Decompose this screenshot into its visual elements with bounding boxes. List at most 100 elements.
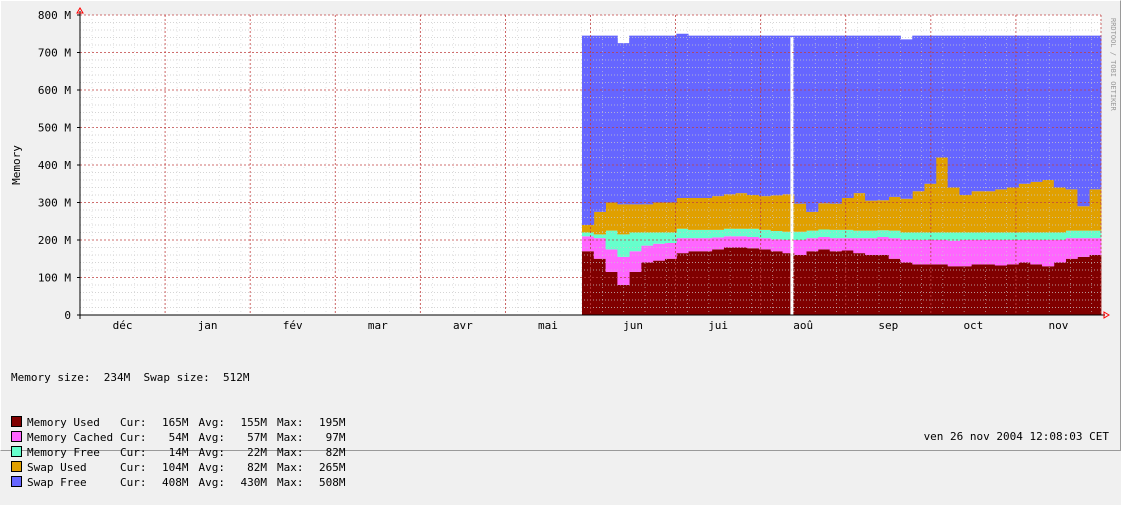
area-swap-used-segment	[770, 195, 783, 232]
area-memory-cached-segment	[912, 240, 925, 265]
area-memory-cached-segment	[841, 238, 854, 251]
area-memory-cached-segment	[865, 238, 878, 256]
area-memory-used-segment	[817, 249, 831, 316]
area-memory-cached-segment	[664, 243, 677, 259]
x-tick-label: avr	[453, 319, 473, 332]
x-tick-label: aoû	[793, 319, 813, 332]
area-swap-free-segment	[853, 35, 866, 194]
area-memory-cached-segment	[617, 256, 630, 286]
area-memory-used-segment	[841, 250, 854, 315]
x-tick-label: nov	[1049, 319, 1069, 332]
legend-max-label: Max:	[277, 461, 304, 474]
size-summary: Memory size: 234M Swap size: 512M	[11, 370, 356, 385]
area-memory-used-segment	[829, 251, 842, 315]
legend-cur-label: Cur:	[120, 446, 147, 459]
area-memory-used-segment	[699, 251, 713, 315]
area-swap-free-segment	[994, 35, 1008, 190]
y-tick-label: 100 M	[38, 272, 71, 285]
legend-label: Memory Cached	[27, 431, 114, 444]
area-memory-cached-segment	[994, 240, 1008, 266]
area-swap-used-segment	[747, 195, 760, 229]
x-tick-labels: déc jan fév mar avr mai jun jui aoû sep oct nov	[113, 319, 1069, 332]
area-memory-free-segment	[605, 230, 618, 250]
y-axis-title: Memory	[10, 145, 23, 185]
area-memory-used-segment	[711, 249, 724, 316]
area-swap-used-segment	[829, 203, 842, 230]
legend-avg-label: Avg:	[198, 431, 226, 444]
area-memory-free-segment	[983, 232, 996, 240]
area-memory-free-segment	[924, 232, 937, 240]
legend-avg-value: 82M	[247, 461, 267, 474]
area-memory-free-segment	[829, 229, 842, 239]
area-memory-free-segment	[1018, 232, 1031, 240]
area-swap-used-segment	[817, 203, 831, 230]
legend-cur-label: Cur:	[120, 416, 147, 429]
legend-max-label: Max:	[277, 476, 304, 489]
y-tick-label: 300 M	[38, 197, 71, 210]
area-memory-free-segment	[747, 228, 760, 237]
area-memory-free-segment	[711, 229, 724, 238]
area-memory-used-segment	[747, 248, 760, 315]
area-memory-free-segment	[971, 232, 984, 240]
area-swap-used-segment	[994, 189, 1008, 233]
legend: Memory size: 234M Swap size: 512M Memory…	[11, 340, 356, 505]
legend-max-label: Max:	[277, 446, 304, 459]
area-swap-free-segment	[581, 35, 595, 226]
area-memory-used-segment	[924, 264, 937, 316]
area-swap-free-segment	[971, 35, 984, 192]
area-swap-used-segment	[888, 196, 901, 231]
area-memory-cached-segment	[1006, 240, 1019, 265]
area-swap-free-segment	[1077, 35, 1090, 207]
legend-swatch	[11, 476, 22, 487]
legend-avg-value: 155M	[240, 416, 268, 429]
area-memory-free-segment	[1065, 230, 1078, 239]
area-memory-free-segment	[1042, 232, 1055, 240]
legend-avg-value: 22M	[247, 446, 267, 459]
area-swap-free-segment	[723, 35, 736, 195]
x-tick-label: jui	[708, 319, 728, 332]
area-memory-cached-segment	[900, 240, 913, 263]
legend-row-memory-free: Memory Free Cur: 14M Avg: 22M Max: 82M	[11, 445, 356, 460]
area-memory-free-segment	[1006, 232, 1019, 240]
area-memory-cached-segment	[605, 249, 618, 272]
area-memory-used-segment	[723, 247, 736, 315]
legend-max-value: 82M	[325, 446, 346, 459]
y-tick-label: 0	[64, 309, 71, 322]
area-memory-free-segment	[947, 232, 960, 241]
area-memory-free-segment	[676, 228, 689, 239]
area-memory-free-segment	[617, 234, 630, 257]
area-swap-free-segment	[676, 33, 689, 198]
area-memory-cached-segment	[888, 238, 901, 259]
legend-cur-value: 54M	[168, 431, 189, 444]
legend-cur-label: Cur:	[120, 476, 147, 489]
area-memory-used-segment	[605, 271, 618, 316]
legend-avg-label: Avg:	[198, 446, 226, 459]
area-memory-cached-segment	[770, 239, 783, 252]
area-memory-cached-segment	[971, 240, 984, 265]
area-swap-used-segment	[735, 193, 748, 229]
legend-swatch	[11, 446, 22, 457]
legend-label: Swap Free	[27, 476, 87, 489]
area-memory-used-segment	[629, 271, 642, 316]
area-swap-free-segment	[912, 35, 925, 192]
area-swap-used-segment	[865, 200, 878, 231]
watermark: RRDTOOL / TOBI OETIKER	[1109, 18, 1117, 112]
legend-row-memory-cached: Memory Cached Cur: 54M Avg: 57M Max: 97M	[11, 430, 356, 445]
area-memory-cached-segment	[1053, 240, 1067, 263]
area-memory-free-segment	[865, 230, 878, 239]
x-tick-label: déc	[113, 319, 133, 332]
legend-label: Swap Used	[27, 461, 87, 474]
area-swap-used-segment	[959, 195, 972, 233]
area-swap-used-segment	[806, 211, 819, 231]
area-memory-cached-segment	[723, 236, 736, 248]
area-memory-free-segment	[1053, 232, 1067, 240]
area-swap-free-segment	[983, 35, 996, 192]
legend-label: Memory Used	[27, 416, 100, 429]
area-memory-free-segment	[664, 232, 677, 243]
x-tick-label: oct	[963, 319, 983, 332]
area-memory-cached-segment	[1065, 238, 1078, 259]
area-memory-cached-segment	[876, 237, 890, 255]
area-swap-free-segment	[935, 35, 949, 158]
area-swap-free-segment	[924, 35, 937, 184]
legend-avg-value: 57M	[247, 431, 267, 444]
